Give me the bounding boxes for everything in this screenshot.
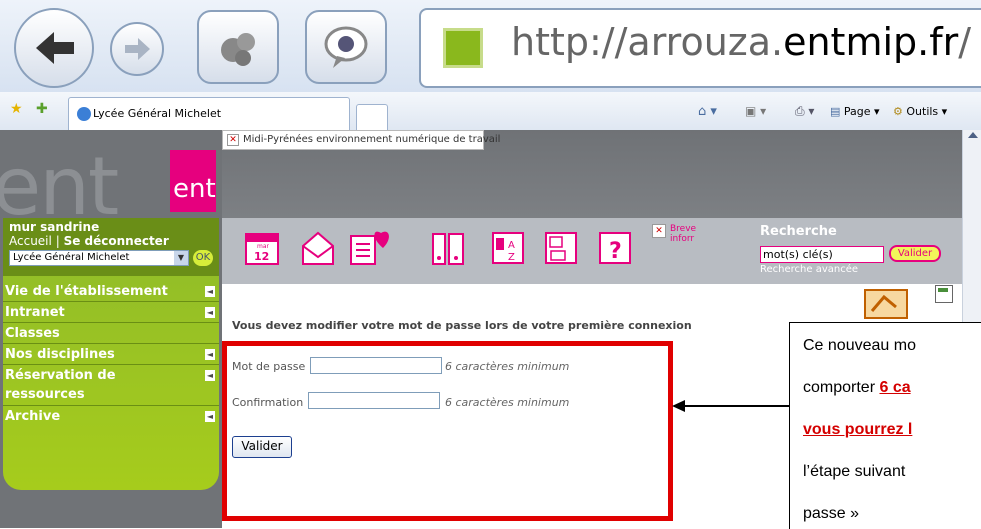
help-icon[interactable]: ? [597, 230, 633, 266]
tab-lycee[interactable]: Lycée Général Michelet [68, 97, 350, 131]
expand-arrow-icon: ◄ [205, 370, 215, 381]
ent-logo-badge: ent [170, 150, 216, 212]
folders-icon[interactable] [430, 230, 466, 266]
expand-arrow-icon: ◄ [205, 307, 215, 318]
expand-arrow-icon: ◄ [205, 349, 215, 360]
ie-page-icon [77, 107, 91, 121]
discuss-button[interactable] [305, 10, 387, 84]
back-arrow-icon [36, 32, 74, 64]
edit-profile-icon[interactable] [864, 289, 908, 319]
new-tab-button[interactable] [356, 104, 388, 131]
forward-arrow-icon [125, 38, 150, 60]
password-field[interactable] [310, 357, 442, 374]
home-icon[interactable]: ⌂ ▾ [698, 104, 717, 119]
ent-logo-watermark: ent [0, 140, 118, 220]
directory-icon[interactable]: AZ [490, 230, 526, 266]
address-bar[interactable]: http://arrouza.entmip.fr/ [419, 8, 981, 88]
annotation-callout: Ce nouveau mo comporter 6 ca vous pourre… [789, 322, 981, 529]
password-label: Mot de passe [232, 360, 306, 373]
feeds-menu-icon[interactable]: ▣ ▾ [745, 104, 766, 118]
user-box: mur sandrine Accueil | Se déconnecter Ly… [3, 218, 219, 276]
menu-item-classes[interactable]: Classes [3, 324, 219, 344]
confirm-label: Confirmation [232, 396, 304, 409]
forward-button[interactable] [110, 22, 164, 76]
gear-icon: ⚙ [893, 105, 903, 118]
back-button[interactable] [14, 8, 94, 88]
header-banner: ✕ Midi-Pyrénées environnement numérique … [222, 130, 962, 218]
logo-area: ent ent [0, 130, 222, 220]
menu-item-reservation[interactable]: Réservation de ressources ◄ [3, 366, 219, 406]
broken-image-icon: ✕ [227, 134, 239, 146]
search-input[interactable]: mot(s) clé(s) [760, 246, 884, 263]
menu-item-disciplines[interactable]: Nos disciplines ◄ [3, 345, 219, 365]
logout-link[interactable]: Se déconnecter [64, 234, 169, 248]
confirm-password-field[interactable] [308, 392, 440, 409]
favorites-button[interactable] [197, 10, 279, 84]
expand-arrow-icon: ◄ [205, 286, 215, 297]
page-layout-icon[interactable] [935, 285, 953, 303]
site-favicon-icon [443, 28, 483, 68]
scroll-up-icon[interactable] [967, 132, 978, 138]
feeds-icon [221, 33, 255, 66]
submit-button[interactable]: Valider [232, 436, 292, 458]
search-button[interactable]: Valider [889, 245, 941, 262]
svg-text:?: ? [609, 239, 622, 264]
annotation-arrow [672, 400, 790, 412]
add-favorite-icon[interactable]: ✚ [36, 101, 48, 117]
expand-arrow-icon: ◄ [205, 411, 215, 422]
page-menu-icon: ▤ [830, 105, 841, 118]
user-name: mur sandrine [9, 220, 100, 234]
menu-item-archive[interactable]: Archive ◄ [3, 407, 219, 427]
speech-bubble-icon [324, 26, 368, 68]
main-menu: Vie de l'établissement ◄ Intranet ◄ Classe… [3, 282, 219, 424]
menu-item-vie[interactable]: Vie de l'établissement ◄ [3, 282, 219, 302]
ok-button[interactable]: OK [193, 250, 213, 266]
tab-title: Lycée Général Michelet [93, 107, 222, 120]
page-menu[interactable]: ▤ Page ▾ [830, 105, 880, 118]
school-select[interactable]: Lycée Général Michelet ▼ [9, 250, 189, 266]
mail-icon[interactable] [300, 230, 336, 266]
broken-image-icon: ✕ [652, 224, 666, 238]
svg-text:Z: Z [508, 252, 515, 263]
password-hint: 6 caractères minimum [445, 360, 570, 373]
dropdown-arrow-icon: ▼ [174, 251, 188, 265]
menu-item-intranet[interactable]: Intranet ◄ [3, 303, 219, 323]
favorites-star-icon[interactable]: ★ [10, 101, 23, 117]
breve-info-link[interactable]: Breve inforr [670, 224, 700, 244]
print-icon[interactable]: ⎙ ▾ [795, 104, 814, 119]
url-text[interactable]: http://arrouza.entmip.fr/ [511, 20, 971, 64]
search-title: Recherche [760, 224, 837, 239]
favorites-doc-icon[interactable] [349, 230, 397, 266]
tools-menu[interactable]: ⚙ Outils ▾ [893, 105, 947, 118]
confirm-hint: 6 caractères minimum [445, 396, 570, 409]
calendar-icon[interactable]: mar 12 [244, 230, 280, 266]
form-heading: Vous devez modifier votre mot de passe l… [232, 319, 692, 332]
sidebar-panel: mur sandrine Accueil | Se déconnecter Ly… [3, 218, 219, 490]
advanced-search-link[interactable]: Recherche avancée [760, 264, 858, 275]
accueil-link[interactable]: Accueil [9, 234, 52, 248]
broken-banner-image: ✕ Midi-Pyrénées environnement numérique … [222, 130, 500, 150]
preferences-icon[interactable] [543, 230, 579, 266]
svg-text:A: A [508, 240, 515, 251]
